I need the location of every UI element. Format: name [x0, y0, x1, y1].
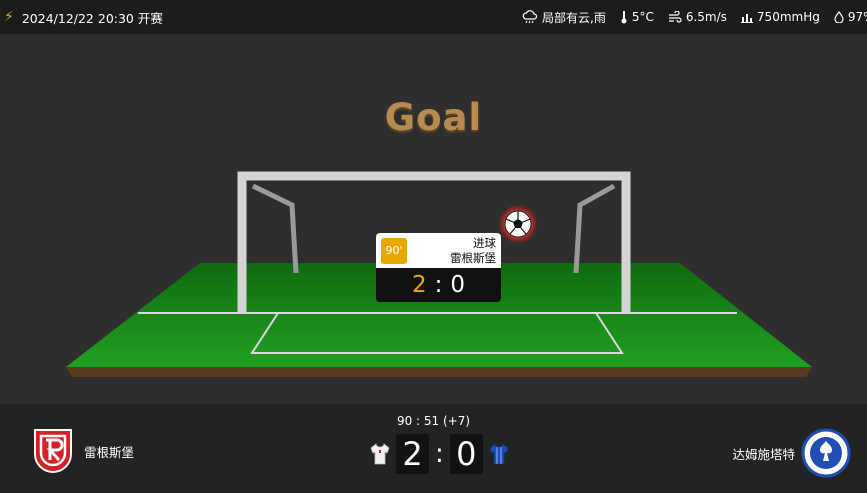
home-team-name: 雷根斯堡: [84, 444, 135, 460]
home-team-logo: [34, 429, 72, 474]
away-team[interactable]: 达姆施塔特: [732, 428, 851, 478]
pitch-graphic: [66, 171, 812, 377]
event-away-score: 0: [450, 272, 466, 298]
event-score-separator: :: [434, 272, 443, 298]
home-team[interactable]: 雷根斯堡: [32, 428, 134, 474]
match-clock: 90 : 51 (+7): [396, 414, 471, 428]
score-separator: :: [435, 439, 444, 469]
home-jersey-icon: [370, 443, 390, 465]
event-type: 进球: [473, 236, 496, 250]
away-score: 0: [449, 434, 483, 474]
scoreboard: 2 : 0: [370, 434, 509, 474]
goal-event-popup: 90' 进球 雷根斯堡 2 : 0: [376, 233, 501, 302]
event-minute: 90': [381, 238, 407, 264]
goal-back-right: [573, 183, 616, 274]
home-score: 2: [396, 434, 429, 474]
away-team-logo: [801, 428, 851, 478]
scoreboard-bar: 90 : 51 (+7) 雷根斯堡 2 : 0 达姆施塔特: [0, 404, 867, 493]
goal-back-left: [251, 183, 299, 274]
away-jersey-icon: [489, 443, 509, 465]
goal-title: Goal: [384, 96, 483, 139]
event-team: 雷根斯堡: [450, 251, 496, 265]
event-home-score: 2: [411, 272, 427, 298]
away-team-name: 达姆施塔特: [732, 446, 795, 462]
pitch-soil: [66, 367, 812, 377]
